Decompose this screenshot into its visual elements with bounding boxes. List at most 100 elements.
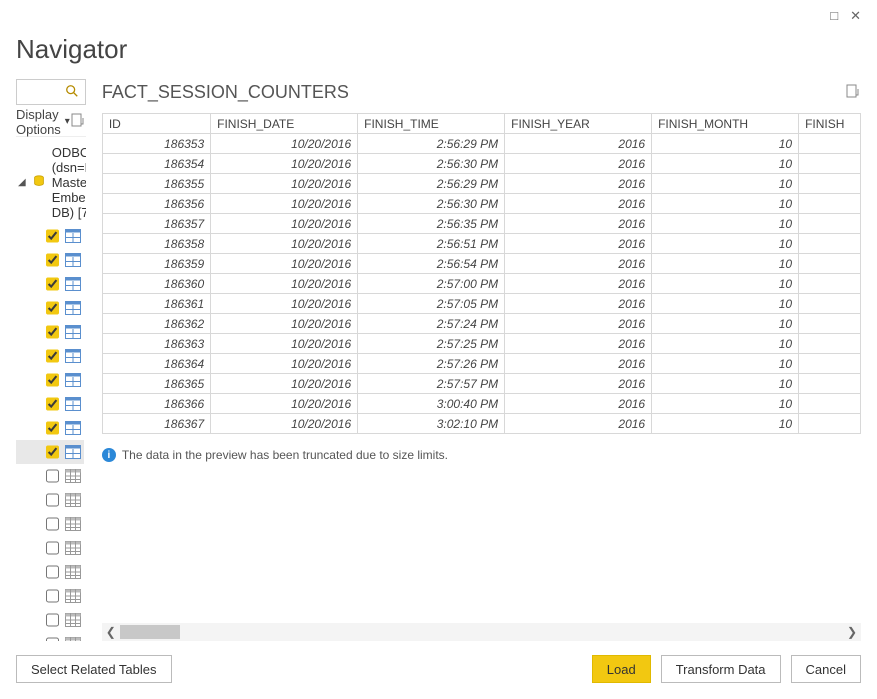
collapse-icon[interactable]: ◢ (18, 177, 26, 188)
cell: 186355 (102, 174, 210, 194)
tree-item[interactable]: DIM_PROJECT_GROUP (16, 320, 84, 344)
tree-item[interactable]: ACCESSENTITY (16, 488, 84, 512)
scroll-right-icon[interactable]: ❯ (843, 625, 861, 639)
column-header[interactable]: FINISH_TIME (358, 114, 505, 134)
scrollbar-thumb[interactable] (120, 625, 180, 639)
tree-item[interactable]: FACT_SESSION_COUNTERS (16, 440, 84, 464)
maximize-icon[interactable]: □ (830, 8, 838, 23)
page-title: Navigator (16, 34, 861, 65)
tree-item[interactable]: USERSESSION_TOTALPAGES (16, 464, 84, 488)
cell: 10/20/2016 (211, 274, 358, 294)
tree-item[interactable]: FACT_ALERT (16, 392, 84, 416)
tree-checkbox[interactable] (46, 565, 59, 579)
tree-root[interactable]: ◢ ODBC (dsn=MyQ Master Embedded DB) [78] (16, 141, 84, 224)
view-icon (65, 349, 81, 363)
tree-checkbox[interactable] (46, 637, 59, 641)
cell: 2:57:00 PM (358, 274, 505, 294)
tree-item[interactable]: AUTHSERVER (16, 632, 84, 641)
table-row[interactable]: 18635510/20/20162:56:29 PM201610 (102, 174, 860, 194)
tree-item[interactable]: DIM_ACCOUNTING_GROUP (16, 224, 84, 248)
cell: 10 (652, 334, 799, 354)
cell: 2:56:29 PM (358, 174, 505, 194)
cell: 2016 (505, 374, 652, 394)
tree-item[interactable]: FACT_JOB (16, 416, 84, 440)
table-icon (65, 613, 81, 627)
select-related-tables-button[interactable]: Select Related Tables (16, 655, 172, 683)
cell: 3:02:10 PM (358, 414, 505, 434)
column-header[interactable]: FINISH_DATE (211, 114, 358, 134)
cell: 10/20/2016 (211, 354, 358, 374)
tree-checkbox[interactable] (46, 349, 59, 363)
table-row[interactable]: 18636510/20/20162:57:57 PM201610 (102, 374, 860, 394)
tree-checkbox[interactable] (46, 421, 59, 435)
table-row[interactable]: 18635410/20/20162:56:30 PM201610 (102, 154, 860, 174)
cell: 10 (652, 194, 799, 214)
cell: 2016 (505, 354, 652, 374)
cell (799, 314, 861, 334)
tree-checkbox[interactable] (46, 493, 59, 507)
table-row[interactable]: 18636710/20/20163:02:10 PM201610 (102, 414, 860, 434)
tree-checkbox[interactable] (46, 589, 59, 603)
tree-checkbox[interactable] (46, 613, 59, 627)
table-row[interactable]: 18635610/20/20162:56:30 PM201610 (102, 194, 860, 214)
left-panel: Display Options ▾ ◢ ODBC (dsn=MyQ Master… (16, 79, 86, 641)
cancel-button[interactable]: Cancel (791, 655, 861, 683)
tree-checkbox[interactable] (46, 469, 59, 483)
table-row[interactable]: 18635710/20/20162:56:35 PM201610 (102, 214, 860, 234)
table-icon (65, 637, 81, 641)
table-row[interactable]: 18636210/20/20162:57:24 PM201610 (102, 314, 860, 334)
tree-checkbox[interactable] (46, 301, 59, 315)
table-row[interactable]: 18636110/20/20162:57:05 PM201610 (102, 294, 860, 314)
table-row[interactable]: 18635910/20/20162:56:54 PM201610 (102, 254, 860, 274)
tree-checkbox[interactable] (46, 253, 59, 267)
scroll-left-icon[interactable]: ❮ (102, 625, 120, 639)
cell: 2016 (505, 334, 652, 354)
column-header[interactable]: FINISH (799, 114, 861, 134)
tree-checkbox[interactable] (46, 517, 59, 531)
transform-data-button[interactable]: Transform Data (661, 655, 781, 683)
display-options-dropdown[interactable]: Display Options ▾ (16, 107, 70, 137)
table-row[interactable]: 18635810/20/20162:56:51 PM201610 (102, 234, 860, 254)
refresh-icon[interactable] (70, 112, 86, 131)
preview-refresh-icon[interactable] (845, 83, 861, 102)
tree-item[interactable]: DIM_PRICELIST (16, 248, 84, 272)
table-row[interactable]: 18636410/20/20162:57:26 PM201610 (102, 354, 860, 374)
tree-checkbox[interactable] (46, 541, 59, 555)
cell: 2:56:51 PM (358, 234, 505, 254)
cell: 2016 (505, 254, 652, 274)
load-button[interactable]: Load (592, 655, 651, 683)
tree-item[interactable]: DIM_SITE (16, 344, 84, 368)
tree-checkbox[interactable] (46, 277, 59, 291)
close-icon[interactable]: ✕ (850, 8, 861, 24)
column-header[interactable]: FINISH_MONTH (652, 114, 799, 134)
table-row[interactable]: 18636310/20/20162:57:25 PM201610 (102, 334, 860, 354)
tree-checkbox[interactable] (46, 373, 59, 387)
source-tree[interactable]: ◢ ODBC (dsn=MyQ Master Embedded DB) [78]… (16, 141, 86, 641)
cell: 2:57:24 PM (358, 314, 505, 334)
tree-checkbox[interactable] (46, 325, 59, 339)
tree-item[interactable]: DIM_USER (16, 368, 84, 392)
table-row[interactable]: 18636610/20/20163:00:40 PM201610 (102, 394, 860, 414)
tree-item[interactable]: ALIAS (16, 560, 84, 584)
tree-item[interactable]: ALERT (16, 536, 84, 560)
table-icon (65, 541, 81, 555)
cell: 2016 (505, 414, 652, 434)
tree-checkbox[interactable] (46, 445, 59, 459)
tree-item[interactable]: AUDITLOGPROPERTY (16, 608, 84, 632)
column-header[interactable]: FINISH_YEAR (505, 114, 652, 134)
tree-checkbox[interactable] (46, 229, 59, 243)
tree-item[interactable]: AUDITLOG (16, 584, 84, 608)
cell: 10/20/2016 (211, 334, 358, 354)
table-row[interactable]: 18636010/20/20162:57:00 PM201610 (102, 274, 860, 294)
view-icon (65, 301, 81, 315)
column-header[interactable]: ID (102, 114, 210, 134)
search-icon[interactable] (65, 84, 79, 101)
tree-item[interactable]: ACE (16, 512, 84, 536)
cell: 10/20/2016 (211, 254, 358, 274)
tree-item[interactable]: DIM_PRINTER (16, 272, 84, 296)
tree-item[interactable]: DIM_PROJECT (16, 296, 84, 320)
tree-checkbox[interactable] (46, 397, 59, 411)
cell (799, 394, 861, 414)
table-row[interactable]: 18635310/20/20162:56:29 PM201610 (102, 134, 860, 154)
horizontal-scrollbar[interactable]: ❮ ❯ (102, 623, 861, 641)
